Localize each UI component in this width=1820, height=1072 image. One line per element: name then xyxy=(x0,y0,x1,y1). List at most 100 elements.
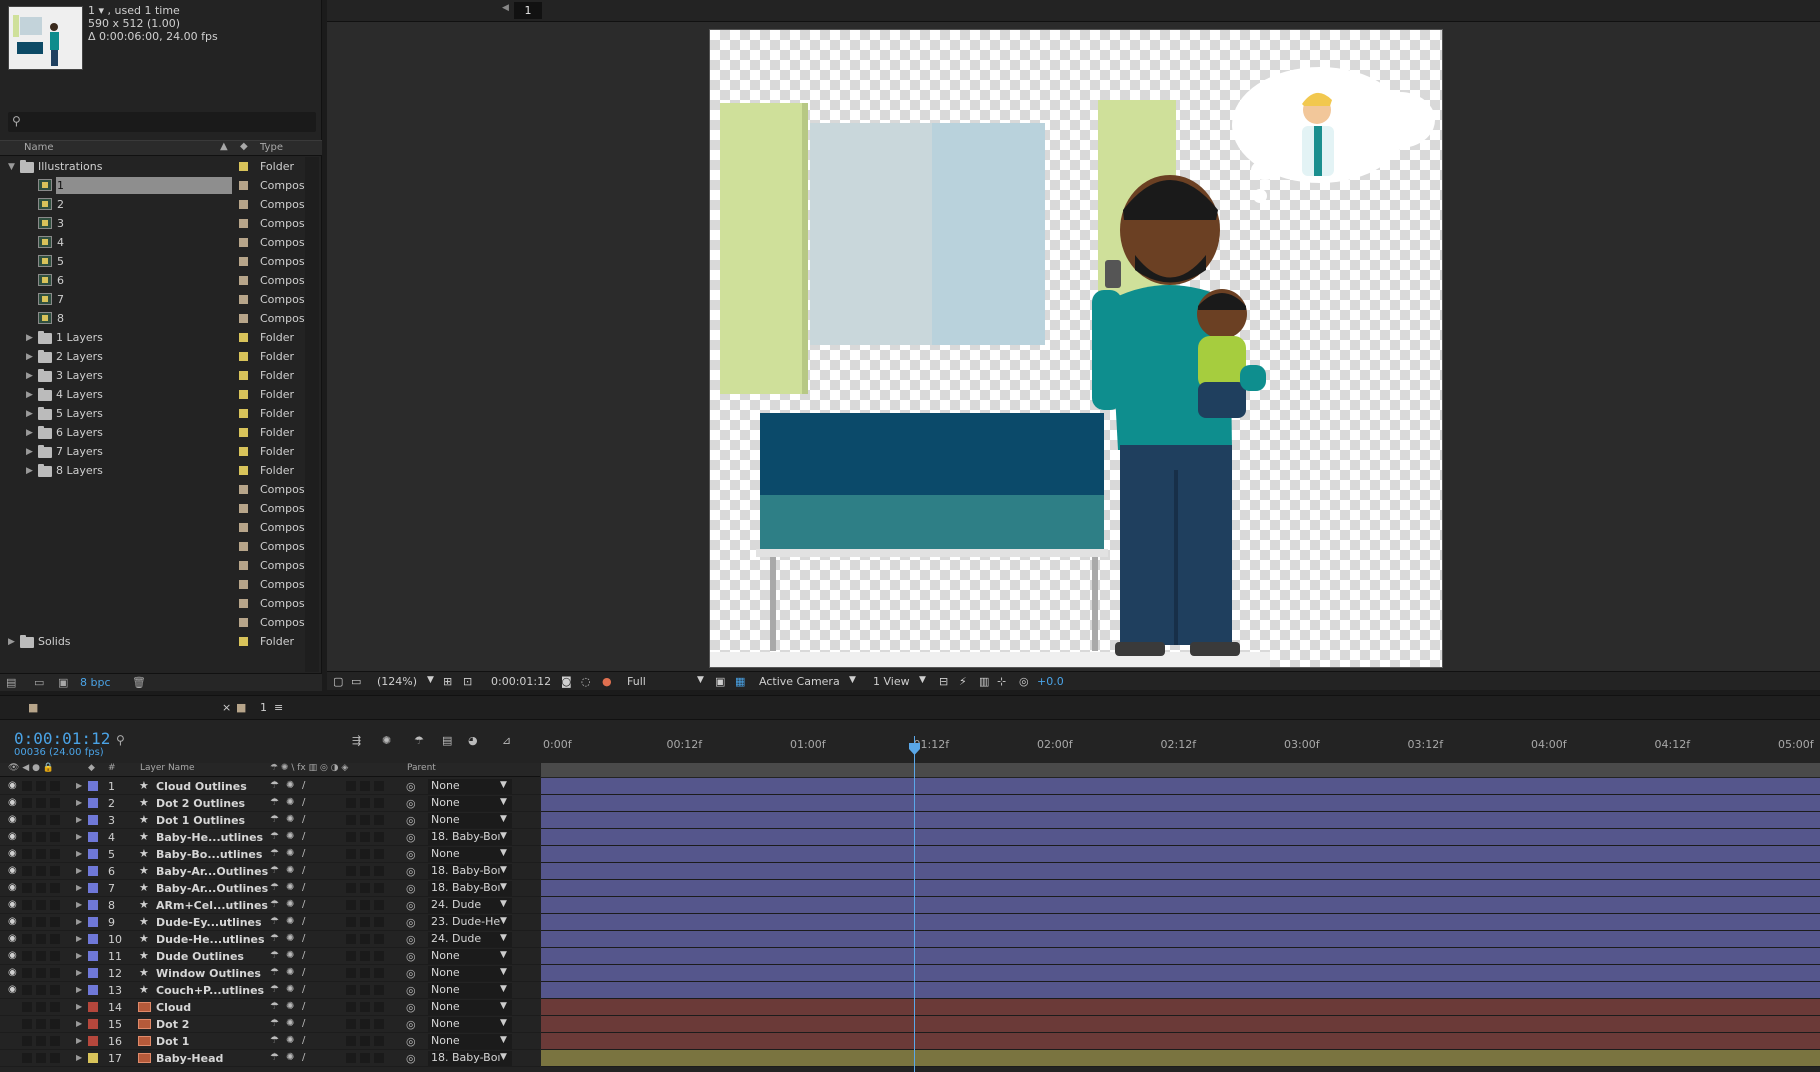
color-channel-icon[interactable]: ● xyxy=(602,675,612,688)
disclosure-closed-icon[interactable]: ▶ xyxy=(26,390,33,400)
show-snapshot-icon[interactable]: ◌ xyxy=(581,675,591,688)
layer-track-bar[interactable] xyxy=(541,1033,1820,1050)
audio-toggle[interactable] xyxy=(22,968,32,978)
audio-toggle[interactable] xyxy=(22,1053,32,1063)
solo-toggle[interactable] xyxy=(36,951,46,961)
label-color-swatch[interactable] xyxy=(239,599,248,608)
eye-icon[interactable]: ◉ xyxy=(8,916,17,927)
project-item[interactable]: ▶ 7 Layers Folder xyxy=(0,442,304,461)
project-item[interactable]: Compos xyxy=(0,594,305,613)
disclosure-closed-icon[interactable]: ▶ xyxy=(26,371,33,381)
lock-toggle[interactable] xyxy=(50,832,60,842)
chevron-down-icon[interactable]: ▼ xyxy=(500,780,507,790)
pixel-aspect-icon[interactable]: ⊟ xyxy=(939,675,948,688)
disclosure-closed-icon[interactable]: ▶ xyxy=(26,409,33,419)
pickwhip-icon[interactable]: ◎ xyxy=(406,967,416,980)
project-item[interactable]: Compos xyxy=(0,499,305,518)
blend-switch[interactable] xyxy=(346,781,356,791)
project-item[interactable]: Compos xyxy=(0,480,305,499)
expand-arrow-icon[interactable]: ▶ xyxy=(76,798,82,807)
project-item[interactable]: Compos xyxy=(0,556,305,575)
layer-name[interactable]: Dude-He...utlines xyxy=(156,933,265,946)
shy-switch-icon[interactable]: ☂ xyxy=(270,1001,279,1012)
project-item[interactable]: 2 Compos xyxy=(0,195,305,214)
pickwhip-icon[interactable]: ◎ xyxy=(406,848,416,861)
project-item[interactable]: 4 Compos xyxy=(0,233,305,252)
layer-name[interactable]: Dot 2 xyxy=(156,1018,189,1031)
label-color-swatch[interactable] xyxy=(239,466,248,475)
project-item[interactable]: Compos xyxy=(0,518,305,537)
3d-switch[interactable] xyxy=(374,798,384,808)
label-color-swatch[interactable] xyxy=(239,314,248,323)
solo-toggle[interactable] xyxy=(36,900,46,910)
shy-switch-icon[interactable]: ☂ xyxy=(270,899,279,910)
solo-toggle[interactable] xyxy=(36,985,46,995)
3d-switch[interactable] xyxy=(374,1053,384,1063)
adjustment-switch[interactable] xyxy=(360,866,370,876)
lock-toggle[interactable] xyxy=(50,917,60,927)
project-scrollbar[interactable] xyxy=(305,157,319,672)
layer-row[interactable]: ◉ ▶ 1 ★ Cloud Outlines ☂ ✺ / ◎ None ▼ xyxy=(0,778,540,795)
quality-switch-icon[interactable]: / xyxy=(302,916,305,927)
expand-arrow-icon[interactable]: ▶ xyxy=(76,1036,82,1045)
adjustment-switch[interactable] xyxy=(360,798,370,808)
expand-arrow-icon[interactable]: ▶ xyxy=(76,815,82,824)
chevron-down-icon[interactable]: ▼ xyxy=(919,675,926,685)
solo-toggle[interactable] xyxy=(36,1036,46,1046)
collapse-switch-icon[interactable]: ✺ xyxy=(286,1052,294,1063)
eye-icon[interactable]: ◉ xyxy=(8,950,17,961)
label-color-swatch[interactable] xyxy=(239,181,248,190)
blend-switch[interactable] xyxy=(346,849,356,859)
disclosure-open-icon[interactable]: ▼ xyxy=(8,162,15,172)
audio-toggle[interactable] xyxy=(22,815,32,825)
layer-row[interactable]: ◉ ▶ 13 ★ Couch+P...utlines ☂ ✺ / ◎ None ▼ xyxy=(0,982,540,999)
layer-name[interactable]: Cloud Outlines xyxy=(156,780,247,793)
layer-label-color[interactable] xyxy=(88,798,98,808)
eye-icon[interactable]: ◉ xyxy=(8,984,17,995)
3d-switch[interactable] xyxy=(374,832,384,842)
blend-switch[interactable] xyxy=(346,883,356,893)
layer-label-color[interactable] xyxy=(88,1036,98,1046)
collapse-switch-icon[interactable]: ✺ xyxy=(286,780,294,791)
pickwhip-icon[interactable]: ◎ xyxy=(406,865,416,878)
shy-switch-icon[interactable]: ☂ xyxy=(270,831,279,842)
label-color-swatch[interactable] xyxy=(239,447,248,456)
chevron-down-icon[interactable]: ▼ xyxy=(500,882,507,892)
expand-arrow-icon[interactable]: ▶ xyxy=(76,900,82,909)
layer-name[interactable]: Baby-Ar...Outlines xyxy=(156,865,268,878)
work-area-bar[interactable] xyxy=(541,763,1820,777)
pickwhip-icon[interactable]: ◎ xyxy=(406,933,416,946)
adjustment-switch[interactable] xyxy=(360,815,370,825)
layer-track-bar[interactable] xyxy=(541,982,1820,999)
expand-arrow-icon[interactable]: ▶ xyxy=(76,968,82,977)
collapse-switch-icon[interactable]: ✺ xyxy=(286,967,294,978)
layer-row[interactable]: ▶ 15 Dot 2 ☂ ✺ / ◎ None ▼ xyxy=(0,1016,540,1033)
eye-icon[interactable]: ◉ xyxy=(8,967,17,978)
resolution-dropdown[interactable]: Full xyxy=(627,675,646,688)
3d-switch[interactable] xyxy=(374,900,384,910)
layer-track-bar[interactable] xyxy=(541,863,1820,880)
project-item[interactable]: Compos xyxy=(0,613,305,632)
collapse-switch-icon[interactable]: ✺ xyxy=(286,984,294,995)
adjustment-switch[interactable] xyxy=(360,951,370,961)
3d-switch[interactable] xyxy=(374,883,384,893)
av-features-icon[interactable]: 👁 ◀ ● 🔒 xyxy=(8,763,54,773)
timeline-icon[interactable]: ▥ xyxy=(979,675,989,688)
shy-switch-icon[interactable]: ☂ xyxy=(270,933,279,944)
shy-switch-icon[interactable]: ☂ xyxy=(270,797,279,808)
pickwhip-icon[interactable]: ◎ xyxy=(406,1001,416,1014)
pickwhip-icon[interactable]: ◎ xyxy=(406,1035,416,1048)
solo-toggle[interactable] xyxy=(36,917,46,927)
chevron-down-icon[interactable]: ▼ xyxy=(500,916,507,926)
adjustment-switch[interactable] xyxy=(360,849,370,859)
label-column-icon[interactable]: ◆ xyxy=(88,763,95,773)
layer-track-bar[interactable] xyxy=(541,795,1820,812)
audio-toggle[interactable] xyxy=(22,900,32,910)
shy-switch-icon[interactable]: ☂ xyxy=(270,916,279,927)
adjustment-switch[interactable] xyxy=(360,1019,370,1029)
audio-toggle[interactable] xyxy=(22,849,32,859)
solo-toggle[interactable] xyxy=(36,1002,46,1012)
3d-switch[interactable] xyxy=(374,917,384,927)
quality-switch-icon[interactable]: / xyxy=(302,865,305,876)
quality-switch-icon[interactable]: / xyxy=(302,882,305,893)
